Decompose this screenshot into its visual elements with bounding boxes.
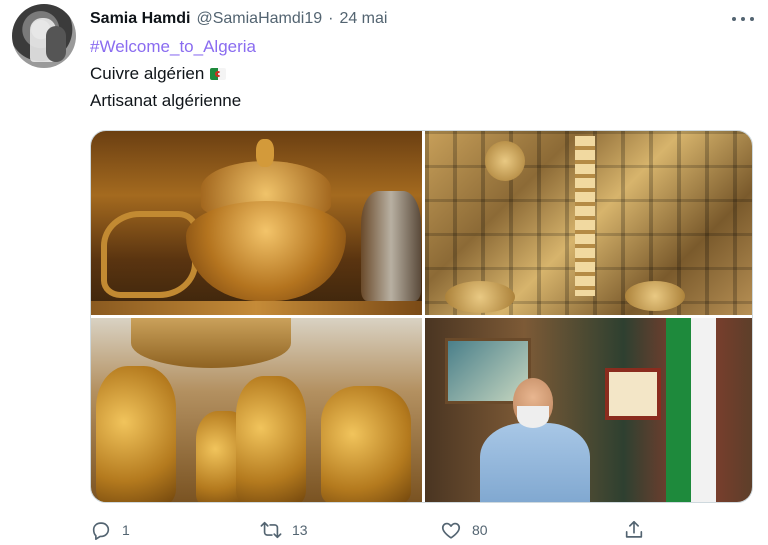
like-count: 80: [472, 522, 488, 538]
tweet-date[interactable]: 24 mai: [339, 10, 387, 28]
photo-shape: [361, 191, 421, 301]
photo-copper-shop-wall[interactable]: [425, 131, 752, 315]
photo-copper-bowl[interactable]: [91, 131, 422, 315]
more-dot: [732, 17, 736, 21]
tweet-text: Cuivre algérien: [90, 64, 205, 83]
photo-shape: [605, 368, 661, 420]
photo-shape: [186, 201, 346, 301]
author-name[interactable]: Samia Hamdi: [90, 10, 190, 28]
action-bar: 1 13 80: [90, 519, 750, 545]
photo-shape: [236, 376, 306, 502]
heart-icon: [441, 522, 461, 539]
avatar[interactable]: [12, 4, 76, 68]
share-button[interactable]: [623, 519, 645, 541]
hashtag-link[interactable]: #Welcome_to_Algeria: [90, 36, 256, 58]
tweet-text-line: Artisanat algérienne: [90, 91, 242, 110]
photo-shape: [91, 301, 422, 315]
retweet-icon: [260, 521, 282, 539]
reply-button[interactable]: 1: [90, 519, 130, 541]
photo-shape: [256, 139, 274, 167]
photo-shape: [321, 386, 411, 502]
more-options-icon[interactable]: [732, 10, 754, 28]
more-dot: [741, 17, 745, 21]
photo-shape: [485, 141, 525, 181]
photo-shape: [101, 211, 198, 298]
photo-copper-jugs[interactable]: [91, 318, 422, 502]
author-handle[interactable]: @SamiaHamdi19: [196, 10, 322, 28]
photo-shape: [131, 318, 291, 368]
photo-shape: [666, 318, 716, 502]
photo-shape: [517, 406, 549, 428]
reply-count: 1: [122, 522, 130, 538]
retweet-button[interactable]: 13: [260, 519, 308, 541]
retweet-count: 13: [292, 522, 308, 538]
more-dot: [750, 17, 754, 21]
reply-icon: [92, 522, 110, 540]
share-icon: [625, 520, 643, 538]
photo-shape: [445, 281, 515, 313]
media-grid: [90, 130, 753, 503]
separator-dot: ·: [328, 10, 334, 27]
photo-shape: [480, 423, 590, 502]
like-button[interactable]: 80: [440, 519, 488, 541]
photo-artisan-portrait[interactable]: [425, 318, 752, 502]
avatar-figure: [46, 26, 66, 62]
photo-shape: [575, 136, 595, 296]
photo-shape: [96, 366, 176, 502]
tweet-header: Samia Hamdi @SamiaHamdi19 · 24 mai: [90, 9, 387, 29]
photo-shape: [625, 281, 685, 311]
tweet-text-line: Cuivre algérien: [90, 63, 227, 85]
algeria-flag-icon: [210, 68, 227, 80]
tweet[interactable]: Samia Hamdi @SamiaHamdi19 · 24 mai #Welc…: [0, 0, 768, 545]
